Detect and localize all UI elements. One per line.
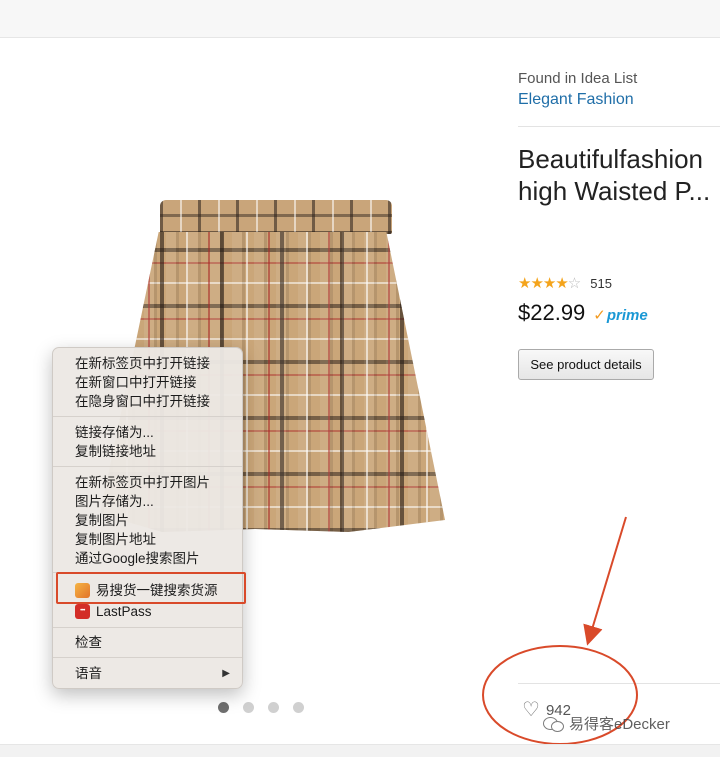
product-title[interactable]: Beautifulfashion high Waisted P... [518,143,720,207]
menu-item-lastpass[interactable]: ••• LastPass [75,602,152,621]
menu-item-open-link-new-window[interactable]: 在新窗口中打开链接 [75,373,197,392]
idea-list-link[interactable]: Elegant Fashion [518,91,634,109]
menu-item-label: 语音 [75,666,102,681]
menu-item-search-google-image[interactable]: 通过Google搜索图片 [75,549,200,568]
wechat-icon [543,715,565,733]
prime-label: prime [606,307,648,324]
menu-separator [53,416,242,417]
star-rating-icon: ★★★★☆ [518,275,581,292]
watermark: 易得客eDecker [543,713,670,734]
carousel-dot-2[interactable] [243,702,254,713]
divider [518,126,720,127]
price-row: $22.99 ✓ prime [518,300,648,326]
menu-separator [53,657,242,658]
rating-row[interactable]: ★★★★☆ 515 [518,274,612,292]
watermark-text: 易得客eDecker [569,716,670,733]
see-product-details-button[interactable]: See product details [518,349,654,380]
menu-item-open-image-new-tab[interactable]: 在新标签页中打开图片 [75,473,210,492]
product-title-line-2: high Waisted P... [518,176,711,206]
menu-item-label: LastPass [96,604,152,619]
menu-item-save-link-as[interactable]: 链接存储为... [75,423,154,442]
prime-badge: ✓ prime [593,306,647,324]
carousel-dot-1[interactable] [218,702,229,713]
menu-item-inspect[interactable]: 检查 [75,633,102,652]
menu-item-speech[interactable]: 语音 [75,664,235,683]
menu-item-open-link-incognito[interactable]: 在隐身窗口中打开链接 [75,392,210,411]
rating-count: 515 [590,275,612,291]
prime-check-icon: ✓ [593,307,606,324]
price: $22.99 [518,300,586,325]
divider [518,683,720,684]
annotation-arrow [583,516,627,646]
context-menu: 在新标签页中打开链接 在新窗口中打开链接 在隐身窗口中打开链接 链接存储为...… [52,347,243,689]
product-title-line-1: Beautifulfashion [518,144,704,174]
carousel-dot-3[interactable] [268,702,279,713]
menu-item-copy-image[interactable]: 复制图片 [75,511,129,530]
submenu-arrow-icon: ▶ [222,668,230,679]
top-bar [0,0,720,38]
menu-item-save-image-as[interactable]: 图片存储为... [75,492,154,511]
carousel-dot-4[interactable] [293,702,304,713]
menu-item-open-link-new-tab[interactable]: 在新标签页中打开链接 [75,354,210,373]
menu-separator [53,466,242,467]
skirt-waistband [160,200,392,234]
lastpass-icon: ••• [75,604,90,619]
menu-separator [53,627,242,628]
menu-item-copy-link-address[interactable]: 复制链接地址 [75,442,156,461]
annotation-highlight-box [56,572,246,604]
bottom-bar [0,744,720,757]
found-in-label: Found in Idea List [518,70,638,87]
image-carousel-dots [218,702,304,713]
menu-item-copy-image-address[interactable]: 复制图片地址 [75,530,156,549]
heart-icon: ♡ [522,699,540,721]
